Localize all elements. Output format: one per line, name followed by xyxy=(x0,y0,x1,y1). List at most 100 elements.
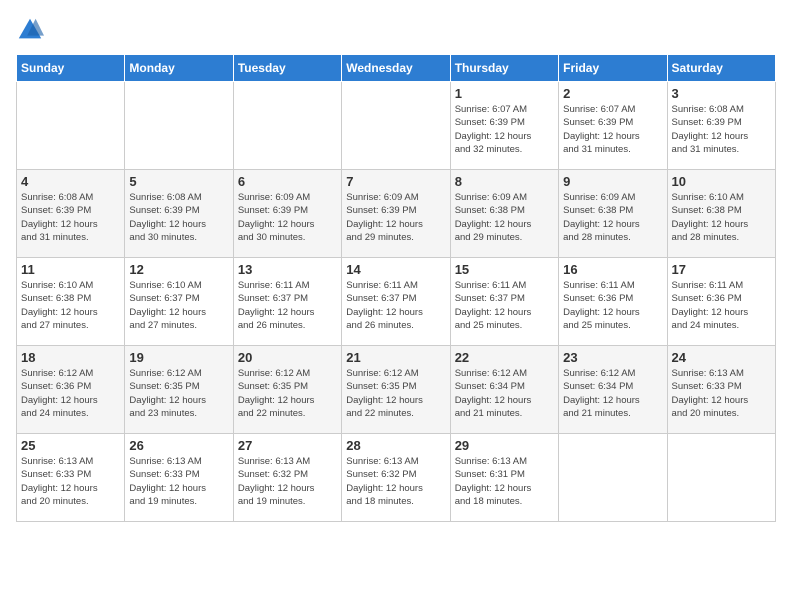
day-info: Sunrise: 6:08 AMSunset: 6:39 PMDaylight:… xyxy=(21,191,120,244)
day-number: 8 xyxy=(455,174,554,189)
calendar-cell: 3 Sunrise: 6:08 AMSunset: 6:39 PMDaylight… xyxy=(667,82,775,170)
calendar-cell: 19 Sunrise: 6:12 AMSunset: 6:35 PMDayligh… xyxy=(125,346,233,434)
calendar-cell: 21 Sunrise: 6:12 AMSunset: 6:35 PMDayligh… xyxy=(342,346,450,434)
day-number: 24 xyxy=(672,350,771,365)
calendar-cell: 20 Sunrise: 6:12 AMSunset: 6:35 PMDayligh… xyxy=(233,346,341,434)
calendar-cell: 13 Sunrise: 6:11 AMSunset: 6:37 PMDayligh… xyxy=(233,258,341,346)
column-header-tuesday: Tuesday xyxy=(233,55,341,82)
calendar-cell: 5 Sunrise: 6:08 AMSunset: 6:39 PMDaylight… xyxy=(125,170,233,258)
column-header-friday: Friday xyxy=(559,55,667,82)
column-header-monday: Monday xyxy=(125,55,233,82)
day-number: 3 xyxy=(672,86,771,101)
day-number: 27 xyxy=(238,438,337,453)
day-number: 7 xyxy=(346,174,445,189)
calendar-table: SundayMondayTuesdayWednesdayThursdayFrid… xyxy=(16,54,776,522)
day-number: 18 xyxy=(21,350,120,365)
day-info: Sunrise: 6:12 AMSunset: 6:36 PMDaylight:… xyxy=(21,367,120,420)
calendar-cell: 23 Sunrise: 6:12 AMSunset: 6:34 PMDayligh… xyxy=(559,346,667,434)
day-info: Sunrise: 6:13 AMSunset: 6:33 PMDaylight:… xyxy=(129,455,228,508)
page-header xyxy=(16,16,776,44)
day-number: 2 xyxy=(563,86,662,101)
calendar-cell: 18 Sunrise: 6:12 AMSunset: 6:36 PMDayligh… xyxy=(17,346,125,434)
column-header-sunday: Sunday xyxy=(17,55,125,82)
calendar-cell: 28 Sunrise: 6:13 AMSunset: 6:32 PMDayligh… xyxy=(342,434,450,522)
calendar-cell: 4 Sunrise: 6:08 AMSunset: 6:39 PMDaylight… xyxy=(17,170,125,258)
calendar-cell xyxy=(17,82,125,170)
day-number: 11 xyxy=(21,262,120,277)
calendar-cell: 16 Sunrise: 6:11 AMSunset: 6:36 PMDayligh… xyxy=(559,258,667,346)
calendar-cell: 1 Sunrise: 6:07 AMSunset: 6:39 PMDaylight… xyxy=(450,82,558,170)
calendar-cell xyxy=(667,434,775,522)
day-number: 6 xyxy=(238,174,337,189)
day-info: Sunrise: 6:08 AMSunset: 6:39 PMDaylight:… xyxy=(672,103,771,156)
day-number: 4 xyxy=(21,174,120,189)
day-number: 13 xyxy=(238,262,337,277)
day-info: Sunrise: 6:13 AMSunset: 6:32 PMDaylight:… xyxy=(238,455,337,508)
day-info: Sunrise: 6:09 AMSunset: 6:39 PMDaylight:… xyxy=(238,191,337,244)
day-info: Sunrise: 6:12 AMSunset: 6:35 PMDaylight:… xyxy=(346,367,445,420)
day-info: Sunrise: 6:12 AMSunset: 6:34 PMDaylight:… xyxy=(563,367,662,420)
calendar-cell: 29 Sunrise: 6:13 AMSunset: 6:31 PMDayligh… xyxy=(450,434,558,522)
calendar-cell: 6 Sunrise: 6:09 AMSunset: 6:39 PMDaylight… xyxy=(233,170,341,258)
day-info: Sunrise: 6:11 AMSunset: 6:37 PMDaylight:… xyxy=(238,279,337,332)
day-info: Sunrise: 6:11 AMSunset: 6:36 PMDaylight:… xyxy=(672,279,771,332)
day-number: 23 xyxy=(563,350,662,365)
day-number: 21 xyxy=(346,350,445,365)
column-header-wednesday: Wednesday xyxy=(342,55,450,82)
column-header-saturday: Saturday xyxy=(667,55,775,82)
day-number: 25 xyxy=(21,438,120,453)
day-info: Sunrise: 6:13 AMSunset: 6:31 PMDaylight:… xyxy=(455,455,554,508)
calendar-cell: 17 Sunrise: 6:11 AMSunset: 6:36 PMDayligh… xyxy=(667,258,775,346)
calendar-cell: 27 Sunrise: 6:13 AMSunset: 6:32 PMDayligh… xyxy=(233,434,341,522)
day-info: Sunrise: 6:12 AMSunset: 6:34 PMDaylight:… xyxy=(455,367,554,420)
day-number: 10 xyxy=(672,174,771,189)
day-info: Sunrise: 6:12 AMSunset: 6:35 PMDaylight:… xyxy=(129,367,228,420)
logo-icon xyxy=(16,16,44,44)
logo xyxy=(16,16,48,44)
calendar-cell xyxy=(125,82,233,170)
calendar-cell: 11 Sunrise: 6:10 AMSunset: 6:38 PMDayligh… xyxy=(17,258,125,346)
calendar-cell: 14 Sunrise: 6:11 AMSunset: 6:37 PMDayligh… xyxy=(342,258,450,346)
day-number: 29 xyxy=(455,438,554,453)
day-info: Sunrise: 6:08 AMSunset: 6:39 PMDaylight:… xyxy=(129,191,228,244)
day-info: Sunrise: 6:11 AMSunset: 6:37 PMDaylight:… xyxy=(346,279,445,332)
calendar-cell: 22 Sunrise: 6:12 AMSunset: 6:34 PMDayligh… xyxy=(450,346,558,434)
calendar-cell: 26 Sunrise: 6:13 AMSunset: 6:33 PMDayligh… xyxy=(125,434,233,522)
day-number: 12 xyxy=(129,262,228,277)
day-number: 26 xyxy=(129,438,228,453)
day-info: Sunrise: 6:07 AMSunset: 6:39 PMDaylight:… xyxy=(563,103,662,156)
calendar-cell: 15Sunrise: 6:11 AMSunset: 6:37 PMDayligh… xyxy=(450,258,558,346)
calendar-cell: 12Sunrise: 6:10 AMSunset: 6:37 PMDayligh… xyxy=(125,258,233,346)
day-info: Sunrise: 6:09 AMSunset: 6:38 PMDaylight:… xyxy=(563,191,662,244)
calendar-cell xyxy=(233,82,341,170)
calendar-cell: 7 Sunrise: 6:09 AMSunset: 6:39 PMDaylight… xyxy=(342,170,450,258)
day-number: 28 xyxy=(346,438,445,453)
day-number: 19 xyxy=(129,350,228,365)
day-number: 15 xyxy=(455,262,554,277)
day-info: Sunrise: 6:13 AMSunset: 6:33 PMDaylight:… xyxy=(672,367,771,420)
day-info: Sunrise: 6:13 AMSunset: 6:33 PMDaylight:… xyxy=(21,455,120,508)
day-info: Sunrise: 6:13 AMSunset: 6:32 PMDaylight:… xyxy=(346,455,445,508)
day-number: 22 xyxy=(455,350,554,365)
calendar-cell xyxy=(342,82,450,170)
day-number: 20 xyxy=(238,350,337,365)
day-number: 16 xyxy=(563,262,662,277)
day-number: 14 xyxy=(346,262,445,277)
day-info: Sunrise: 6:11 AMSunset: 6:36 PMDaylight:… xyxy=(563,279,662,332)
day-info: Sunrise: 6:10 AMSunset: 6:38 PMDaylight:… xyxy=(21,279,120,332)
day-info: Sunrise: 6:09 AMSunset: 6:38 PMDaylight:… xyxy=(455,191,554,244)
day-number: 17 xyxy=(672,262,771,277)
day-info: Sunrise: 6:09 AMSunset: 6:39 PMDaylight:… xyxy=(346,191,445,244)
calendar-cell: 24 Sunrise: 6:13 AMSunset: 6:33 PMDayligh… xyxy=(667,346,775,434)
day-info: Sunrise: 6:12 AMSunset: 6:35 PMDaylight:… xyxy=(238,367,337,420)
calendar-cell xyxy=(559,434,667,522)
day-number: 9 xyxy=(563,174,662,189)
calendar-cell: 9 Sunrise: 6:09 AMSunset: 6:38 PMDaylight… xyxy=(559,170,667,258)
calendar-cell: 8 Sunrise: 6:09 AMSunset: 6:38 PMDaylight… xyxy=(450,170,558,258)
day-number: 5 xyxy=(129,174,228,189)
day-number: 1 xyxy=(455,86,554,101)
day-info: Sunrise: 6:07 AMSunset: 6:39 PMDaylight:… xyxy=(455,103,554,156)
calendar-cell: 2 Sunrise: 6:07 AMSunset: 6:39 PMDaylight… xyxy=(559,82,667,170)
day-info: Sunrise: 6:10 AMSunset: 6:38 PMDaylight:… xyxy=(672,191,771,244)
calendar-cell: 25 Sunrise: 6:13 AMSunset: 6:33 PMDayligh… xyxy=(17,434,125,522)
